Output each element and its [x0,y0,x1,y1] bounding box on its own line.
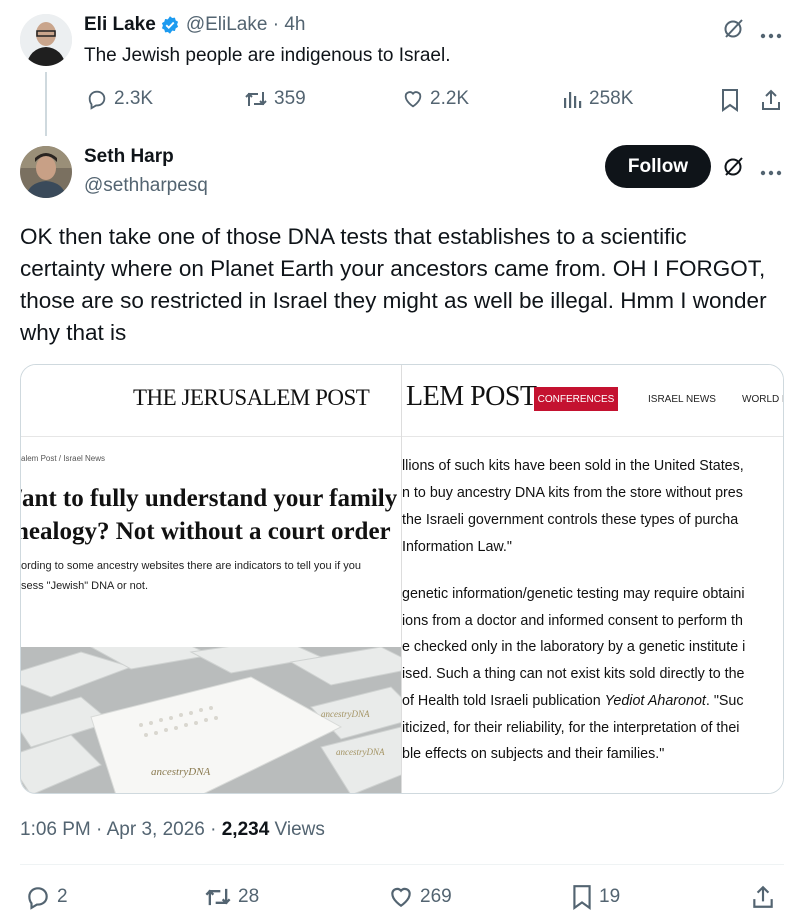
main-tweet-text: OK then take one of those DNA tests that… [20,224,767,345]
svg-text:ancestryDNA: ancestryDNA [151,766,211,778]
reply-icon [25,884,51,910]
ancestry-dna-photo: ancestryDNA ancestryDNA ancestryDNA [21,647,401,793]
para2-line-text: of Health told Israeli publication [402,692,605,709]
quoted-author-name[interactable]: Eli Lake [84,14,156,36]
quoted-views-button[interactable]: 258K [563,88,633,110]
para1-line: llions of such kits have been sold in th… [402,458,744,474]
para2-line: e checked only in the laboratory by a ge… [402,639,746,656]
follow-button[interactable]: Follow [605,145,711,188]
tweet-media[interactable]: THE JERUSALEM POST alem Post / Israel Ne… [20,364,784,794]
quoted-view-count: 258K [589,88,634,109]
nav-world: WORLD N [742,394,783,405]
para2-line: genetic information/genetic testing may … [402,586,745,602]
view-count: 2,234 [221,819,270,840]
subhead-left-1: ording to some ancestry websites there a… [21,560,361,572]
like-count: 269 [420,886,452,907]
heart-icon [402,88,424,110]
bookmark-icon[interactable] [720,88,740,117]
publication-name: Yediot Aharonot [604,692,706,709]
svg-text:ancestryDNA: ancestryDNA [321,709,370,719]
nav-conferences: CONFERENCES [534,387,618,411]
article-right-screenshot: LEM POST CONFERENCES ISRAEL NEWS WORLD N… [402,365,783,793]
thread-line [45,72,47,136]
para2-line: of Health told Israeli publication Yedio… [402,688,745,715]
like-button[interactable]: 269 [388,884,452,910]
para1-line: n to buy ancestry DNA kits from the stor… [402,485,743,501]
quoted-repost-button[interactable]: 359 [244,88,306,110]
nav-israel-news: ISRAEL NEWS [648,394,716,405]
repost-icon [244,88,268,110]
breadcrumb-left: alem Post / Israel News [21,454,106,463]
divider [20,864,784,865]
reply-count: 2 [57,886,68,907]
headline-left-2: nealogy? Not without a court order [21,518,391,545]
quoted-reply-count: 2.3K [114,88,154,109]
quoted-handle-time[interactable]: @EliLake · 4h [186,14,306,36]
article-para2: genetic information/genetic testing may … [402,581,745,768]
analytics-icon [563,88,583,110]
repost-button[interactable]: 28 [204,884,259,910]
grok-icon[interactable] [722,16,746,45]
subhead-left-2: sess "Jewish" DNA or not. [21,580,149,592]
para2-line: ions from a doctor and informed consent … [402,612,743,629]
para1-line: the Israeli government controls these ty… [402,512,739,528]
article-para1: llions of such kits have been sold in th… [402,453,744,561]
para2-line: ble effects on subjects and their famili… [402,746,665,763]
quoted-like-button[interactable]: 2.2K [402,88,469,110]
share-icon[interactable] [760,88,782,117]
quoted-reply-button[interactable]: 2.3K [86,88,153,110]
bookmark-icon [571,884,593,910]
para2-line-tail: . "Suc [705,692,744,709]
headline-left-1: /ant to fully understand your family [21,485,398,512]
bookmark-count: 19 [599,886,621,907]
repost-count: 28 [238,886,260,907]
jpost-logo-right: LEM POST [406,381,537,412]
para2-line: ised. Such a thing can not exist kits so… [402,666,745,683]
eli-lake-avatar[interactable] [20,14,72,66]
heart-icon [388,884,414,910]
reply-icon [86,88,108,110]
views-label: Views [269,819,325,840]
timestamp-text[interactable]: 1:06 PM · Apr 3, 2026 · [20,819,222,840]
para2-line: iticized, for their reliability, for the… [402,719,740,736]
main-handle[interactable]: @sethharpesq [84,175,208,197]
bookmark-button[interactable]: 19 [571,884,620,910]
svg-text:ancestryDNA: ancestryDNA [336,747,385,757]
jpost-logo-left: THE JERUSALEM POST [133,385,370,410]
quoted-repost-count: 359 [274,88,306,109]
repost-icon [204,884,232,910]
grok-icon[interactable] [722,154,746,183]
main-author-name[interactable]: Seth Harp [84,146,174,168]
share-icon[interactable] [751,884,775,915]
more-icon[interactable] [760,26,782,44]
verified-badge-icon [160,15,180,35]
quoted-tweet-text: The Jewish people are indigenous to Isra… [84,45,451,66]
more-icon[interactable] [760,163,782,181]
tweet-timestamp: 1:06 PM · Apr 3, 2026 · 2,234 Views [20,819,325,841]
article-left-screenshot: THE JERUSALEM POST alem Post / Israel Ne… [21,365,401,793]
quoted-like-count: 2.2K [430,88,470,109]
para1-line: Information Law." [402,539,512,555]
reply-button[interactable]: 2 [25,884,68,910]
seth-harp-avatar[interactable] [20,146,72,198]
